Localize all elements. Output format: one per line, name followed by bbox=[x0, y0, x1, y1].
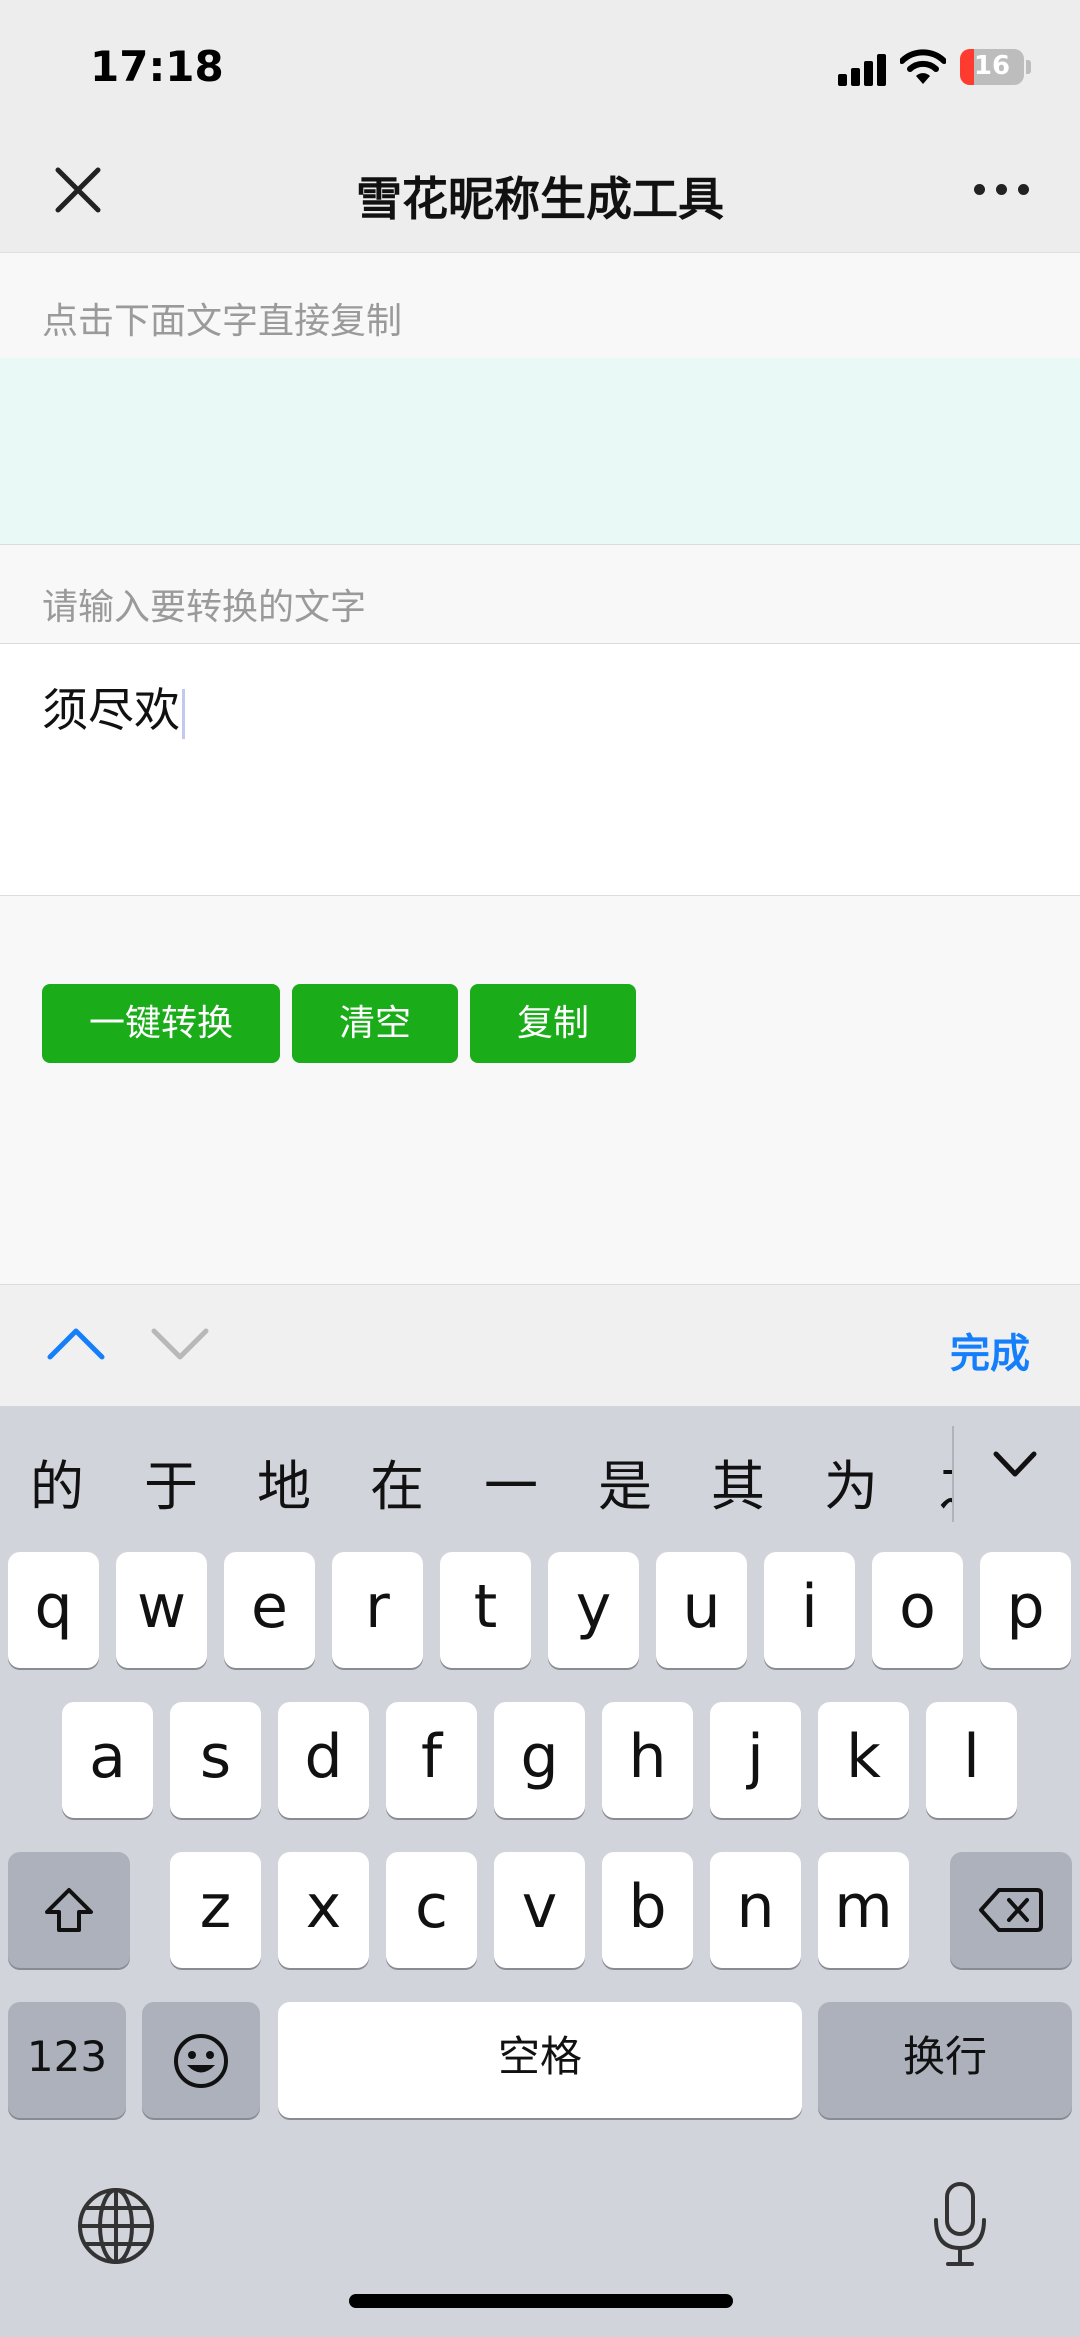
keyboard-accessory-bar: 完成 bbox=[0, 1284, 1080, 1406]
status-bar: 17:18 16 bbox=[0, 0, 1080, 135]
candidate-item[interactable]: 其 bbox=[711, 1442, 765, 1521]
page-title: 雪花昵称生成工具 bbox=[356, 172, 724, 226]
copy-button[interactable]: 复制 bbox=[470, 984, 636, 1063]
home-indicator bbox=[349, 2294, 733, 2308]
key-q[interactable]: q bbox=[8, 1552, 99, 1668]
candidate-bar: 的 于 地 在 一 是 其 为 之 bbox=[0, 1406, 1080, 1536]
key-x[interactable]: x bbox=[278, 1852, 369, 1968]
key-j[interactable]: j bbox=[710, 1702, 801, 1818]
key-o[interactable]: o bbox=[872, 1552, 963, 1668]
clear-button[interactable]: 清空 bbox=[292, 984, 458, 1063]
close-icon[interactable] bbox=[48, 160, 108, 220]
text-caret bbox=[182, 688, 185, 739]
key-s[interactable]: s bbox=[170, 1702, 261, 1818]
navigation-bar: 雪花昵称生成工具 bbox=[0, 135, 1080, 253]
convert-button[interactable]: 一键转换 bbox=[42, 984, 280, 1063]
globe-icon[interactable] bbox=[76, 2186, 156, 2266]
key-f[interactable]: f bbox=[386, 1702, 477, 1818]
done-button[interactable]: 完成 bbox=[950, 1321, 1030, 1379]
emoji-icon bbox=[174, 2034, 228, 2088]
candidate-item[interactable]: 之 bbox=[938, 1442, 952, 1521]
candidate-divider bbox=[952, 1426, 954, 1522]
battery-icon: 16 bbox=[960, 49, 1024, 85]
key-v[interactable]: v bbox=[494, 1852, 585, 1968]
emoji-key[interactable] bbox=[142, 2002, 260, 2118]
status-time: 17:18 bbox=[90, 42, 224, 91]
key-k[interactable]: k bbox=[818, 1702, 909, 1818]
key-z[interactable]: z bbox=[170, 1852, 261, 1968]
result-output-area[interactable] bbox=[0, 358, 1080, 545]
return-key[interactable]: 换行 bbox=[818, 2002, 1072, 2118]
shift-key[interactable] bbox=[8, 1852, 130, 1968]
expand-candidates-icon[interactable] bbox=[990, 1446, 1040, 1482]
input-hint: 请输入要转换的文字 bbox=[42, 587, 367, 628]
candidate-item[interactable]: 的 bbox=[30, 1442, 84, 1521]
chevron-down-icon[interactable] bbox=[148, 1323, 212, 1363]
wifi-icon bbox=[900, 49, 946, 84]
key-n[interactable]: n bbox=[710, 1852, 801, 1968]
candidate-item[interactable]: 在 bbox=[370, 1442, 424, 1521]
candidate-item[interactable]: 一 bbox=[484, 1442, 538, 1521]
battery-tip bbox=[1026, 60, 1031, 74]
shift-icon bbox=[45, 1888, 93, 1932]
key-p[interactable]: p bbox=[980, 1552, 1071, 1668]
microphone-icon[interactable] bbox=[930, 2180, 990, 2270]
key-y[interactable]: y bbox=[548, 1552, 639, 1668]
key-m[interactable]: m bbox=[818, 1852, 909, 1968]
key-c[interactable]: c bbox=[386, 1852, 477, 1968]
text-input-field[interactable]: 须尽欢 bbox=[0, 643, 1080, 896]
input-value: 须尽欢 bbox=[42, 683, 180, 737]
key-d[interactable]: d bbox=[278, 1702, 369, 1818]
more-options-icon[interactable] bbox=[970, 175, 1034, 205]
backspace-icon bbox=[979, 1888, 1043, 1932]
candidate-item[interactable]: 于 bbox=[144, 1442, 198, 1521]
numbers-key[interactable]: 123 bbox=[8, 2002, 126, 2118]
key-i[interactable]: i bbox=[764, 1552, 855, 1668]
key-g[interactable]: g bbox=[494, 1702, 585, 1818]
key-u[interactable]: u bbox=[656, 1552, 747, 1668]
cellular-signal-icon bbox=[838, 52, 888, 86]
key-e[interactable]: e bbox=[224, 1552, 315, 1668]
candidate-item[interactable]: 为 bbox=[824, 1442, 878, 1521]
key-h[interactable]: h bbox=[602, 1702, 693, 1818]
key-l[interactable]: l bbox=[926, 1702, 1017, 1818]
battery-level: 16 bbox=[973, 51, 1011, 81]
output-hint: 点击下面文字直接复制 bbox=[42, 301, 403, 342]
chevron-up-icon[interactable] bbox=[44, 1323, 108, 1363]
key-t[interactable]: t bbox=[440, 1552, 531, 1668]
key-b[interactable]: b bbox=[602, 1852, 693, 1968]
candidate-item[interactable]: 地 bbox=[257, 1442, 311, 1521]
backspace-key[interactable] bbox=[950, 1852, 1072, 1968]
space-key[interactable]: 空格 bbox=[278, 2002, 802, 2118]
key-a[interactable]: a bbox=[62, 1702, 153, 1818]
key-w[interactable]: w bbox=[116, 1552, 207, 1668]
key-r[interactable]: r bbox=[332, 1552, 423, 1668]
candidate-item[interactable]: 是 bbox=[598, 1442, 652, 1521]
